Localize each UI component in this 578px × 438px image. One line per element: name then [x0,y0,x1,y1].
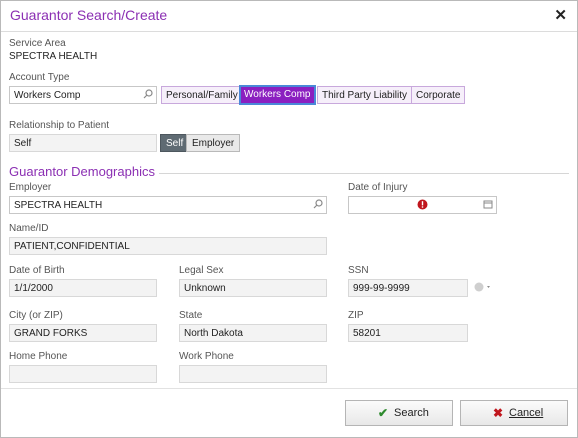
search-icon[interactable] [313,199,323,212]
city-value: GRAND FORKS [14,328,88,339]
employer-input[interactable]: SPECTRA HEALTH [9,196,327,214]
name-id-value: PATIENT,CONFIDENTIAL [14,241,130,252]
date-of-injury-input[interactable] [348,196,497,214]
account-type-third-party-liability-button[interactable]: Third Party Liability [317,86,413,104]
relationship-label: Relationship to Patient [9,120,110,131]
dob-input[interactable]: 1/1/2000 [9,279,157,297]
zip-input[interactable]: 58201 [348,324,468,342]
relationship-employer-button[interactable]: Employer [186,134,241,152]
guarantor-demographics-heading: Guarantor Demographics [9,164,155,179]
date-of-injury-label: Date of Injury [348,182,408,193]
search-icon[interactable] [143,89,153,102]
section-divider [159,173,569,174]
service-area-label: Service Area [9,38,66,49]
check-icon: ✔ [378,406,389,420]
relationship-self-button[interactable]: Self [160,134,190,152]
zip-label: ZIP [348,310,364,321]
home-phone-input[interactable] [9,365,157,383]
legal-sex-input[interactable]: Unknown [179,279,327,297]
dob-label: Date of Birth [9,265,65,276]
home-phone-label: Home Phone [9,351,68,362]
service-area-value: SPECTRA HEALTH [9,51,98,62]
footer-divider [1,388,577,389]
city-label: City (or ZIP) [9,310,63,321]
account-type-corporate-button[interactable]: Corporate [411,86,466,104]
cancel-button-label: Cancel [509,407,544,419]
dob-value: 1/1/2000 [14,283,53,294]
calendar-icon[interactable] [483,199,493,212]
legal-sex-label: Legal Sex [179,265,224,276]
search-button[interactable]: ✔ Search [345,400,453,426]
account-type-value: Workers Comp [14,90,81,101]
ssn-input[interactable]: 999-99-9999 [348,279,468,297]
account-type-workers-comp-button[interactable]: Workers Comp [239,85,316,105]
close-icon[interactable]: ✕ [554,6,567,24]
name-id-label: Name/ID [9,223,49,234]
state-label: State [179,310,203,321]
relationship-input[interactable]: Self [9,134,157,152]
ssn-visibility-icon[interactable] [474,282,494,295]
x-icon: ✖ [493,406,504,420]
state-value: North Dakota [184,328,243,339]
employer-label: Employer [9,182,52,193]
search-button-label: Search [394,407,429,419]
work-phone-label: Work Phone [179,351,234,362]
city-input[interactable]: GRAND FORKS [9,324,157,342]
account-type-input[interactable]: Workers Comp [9,86,157,104]
state-input[interactable]: North Dakota [179,324,327,342]
cancel-button[interactable]: ✖ Cancel [460,400,568,426]
guarantor-dialog: Guarantor Search/Create ✕ Service Area S… [0,0,578,438]
account-type-personal-family-button[interactable]: Personal/Family [161,86,243,104]
name-id-input[interactable]: PATIENT,CONFIDENTIAL [9,237,327,255]
account-type-label: Account Type [9,72,70,83]
title-bar: Guarantor Search/Create ✕ [1,1,577,32]
legal-sex-value: Unknown [184,283,226,294]
dialog-title: Guarantor Search/Create [10,7,168,23]
ssn-label: SSN [348,265,369,276]
required-error-icon [417,199,428,213]
ssn-value: 999-99-9999 [353,283,410,294]
employer-value: SPECTRA HEALTH [14,200,103,211]
relationship-value: Self [14,138,32,149]
work-phone-input[interactable] [179,365,327,383]
zip-value: 58201 [353,328,381,339]
